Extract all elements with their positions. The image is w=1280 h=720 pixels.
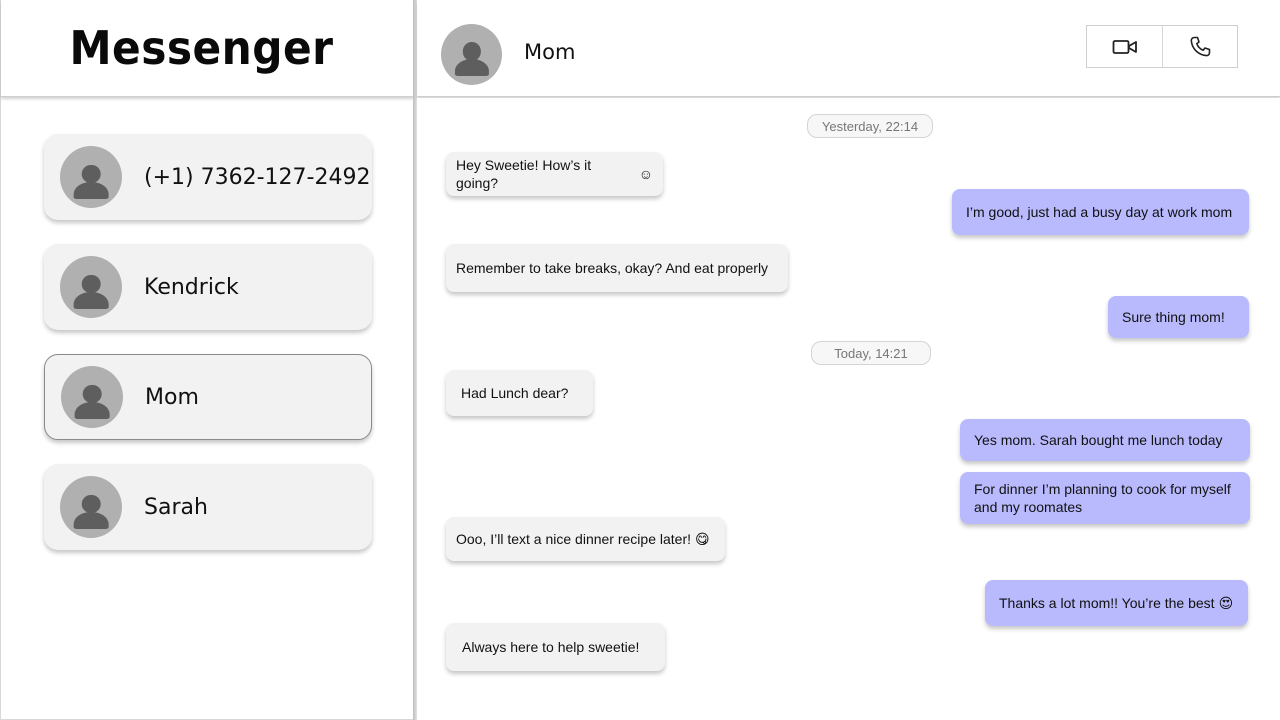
message-text: Hey Sweetie! How’s it going? — [456, 157, 592, 191]
message-text: Remember to take breaks, okay? And eat p… — [456, 260, 769, 276]
contact-name: (+1) 7362-127-2492 — [144, 164, 371, 190]
contact-item[interactable]: Sarah — [44, 464, 372, 550]
avatar-icon — [60, 476, 122, 538]
message-bubble-outgoing[interactable]: For dinner I’m planning to cook for myse… — [960, 472, 1250, 524]
message-text: Ooo, I’ll text a nice dinner recipe late… — [456, 531, 692, 547]
contact-list: (+1) 7362-127-2492 Kendrick Mom Sarah — [44, 134, 372, 574]
message-text: Sure thing mom! — [1122, 309, 1225, 325]
chat-area[interactable]: Yesterday, 22:14 Hey Sweetie! How’s it g… — [417, 98, 1280, 720]
timestamp-divider: Yesterday, 22:14 — [807, 114, 933, 138]
contact-name: Mom — [145, 384, 199, 410]
heart-eyes-emoji: 😍 — [1218, 595, 1234, 611]
chat-header: Mom — [417, 0, 1280, 97]
message-bubble-outgoing[interactable]: Thanks a lot mom!! You’re the best 😍 — [985, 580, 1248, 626]
sidebar-header: Messenger — [1, 0, 414, 97]
message-bubble-incoming[interactable]: Always here to help sweetie! — [446, 623, 665, 671]
phone-icon — [1190, 36, 1211, 56]
call-actions — [1086, 25, 1238, 68]
message-bubble-incoming[interactable]: Had Lunch dear? — [446, 370, 593, 416]
avatar-icon — [441, 24, 502, 85]
avatar-icon — [60, 256, 122, 318]
message-text: Thanks a lot mom!! You’re the best — [999, 595, 1215, 611]
chat-contact-name: Mom — [524, 40, 576, 64]
contact-item[interactable]: (+1) 7362-127-2492 — [44, 134, 372, 220]
contact-item-selected[interactable]: Mom — [44, 354, 372, 440]
smiling-face-emoji: ☺ — [638, 166, 653, 182]
timestamp-divider: Today, 14:21 — [811, 341, 931, 365]
message-text: Had Lunch dear? — [461, 385, 569, 401]
contact-item[interactable]: Kendrick — [44, 244, 372, 330]
avatar-icon — [60, 146, 122, 208]
message-bubble-incoming[interactable]: Ooo, I’ll text a nice dinner recipe late… — [446, 517, 725, 561]
message-bubble-outgoing[interactable]: Yes mom. Sarah bought me lunch today — [960, 419, 1250, 461]
message-text: For dinner I’m planning to cook for myse… — [974, 481, 1231, 515]
avatar-icon — [61, 366, 123, 428]
message-text: Yes mom. Sarah bought me lunch today — [974, 432, 1223, 448]
message-bubble-outgoing[interactable]: I’m good, just had a busy day at work mo… — [952, 189, 1249, 235]
app-title: Messenger — [69, 21, 334, 75]
video-camera-icon — [1112, 39, 1137, 54]
contact-name: Kendrick — [144, 274, 239, 300]
yum-face-emoji: 😋 — [695, 531, 710, 547]
contact-name: Sarah — [144, 494, 208, 520]
message-bubble-incoming[interactable]: Hey Sweetie! How’s it going? ☺ — [446, 152, 663, 196]
message-text: Always here to help sweetie! — [462, 639, 640, 655]
sidebar: Messenger (+1) 7362-127-2492 Kendrick Mo… — [0, 0, 415, 720]
message-text: I’m good, just had a busy day at work mo… — [966, 204, 1233, 220]
voice-call-button[interactable] — [1162, 26, 1237, 67]
video-call-button[interactable] — [1087, 26, 1162, 67]
message-bubble-outgoing[interactable]: Sure thing mom! — [1108, 296, 1249, 338]
message-bubble-incoming[interactable]: Remember to take breaks, okay? And eat p… — [446, 244, 788, 292]
